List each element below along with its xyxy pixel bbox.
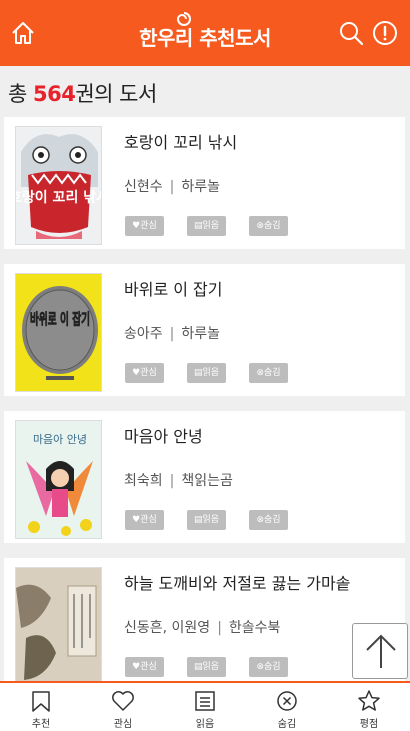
count-number: 564 [33, 82, 76, 106]
tag-label: 읽음 [202, 662, 220, 672]
tag-label: 관심 [140, 662, 157, 672]
result-count: 총 564권의 도서 [8, 78, 157, 108]
scroll-top-button[interactable] [352, 623, 408, 679]
book-meta: 최숙희 | 책읽는곰 [124, 470, 233, 490]
tag-label: 숨김 [263, 662, 281, 672]
book-meta: 신현수 | 하루놀 [124, 176, 220, 196]
cover-title-text: 마음아 안녕 [33, 433, 87, 446]
tab-read[interactable]: 읽음 [164, 683, 246, 731]
book-cover[interactable] [15, 567, 102, 686]
tag-label: 관심 [140, 368, 157, 378]
book-cover[interactable]: 바위로 이 잡기 [15, 273, 102, 392]
tag-label: 숨김 [263, 515, 281, 525]
bookmark-icon [32, 691, 50, 712]
meta-separator: | [217, 620, 222, 636]
tab-label: 숨김 [277, 719, 297, 730]
read-button[interactable]: ▤읽음 [187, 216, 226, 236]
book-author: 신동흔, 이원영 [124, 620, 211, 636]
book-publisher: 하루놀 [181, 179, 220, 195]
tab-rating[interactable]: 평점 [328, 683, 410, 731]
hide-button[interactable]: ⊗숨김 [249, 510, 288, 530]
interest-button[interactable]: ♥관심 [125, 216, 164, 236]
tab-label: 평점 [359, 719, 379, 730]
x-circle-icon: ⊗ [256, 515, 264, 525]
info-icon[interactable] [372, 20, 398, 46]
tag-label: 관심 [140, 221, 157, 231]
meta-separator: | [169, 179, 175, 195]
tab-label: 추천 [31, 719, 51, 730]
bottom-tab-bar: 추천 관심 읽음 숨김 평점 [0, 681, 410, 731]
book-card[interactable]: 바위로 이 잡기 바위로 이 잡기 송아주 | 하루놀 ♥관심 ▤읽음 ⊗숨김 [4, 264, 405, 396]
tag-label: 읽음 [202, 221, 220, 231]
book-author: 신현수 [124, 179, 163, 195]
book-meta: 신동흔, 이원영 | 한솔수북 [124, 617, 280, 637]
cover-title-text: 호랑이 꼬리 낚시 [16, 189, 102, 206]
book-meta: 송아주 | 하루놀 [124, 323, 220, 343]
count-suffix: 권의 도서 [75, 82, 157, 106]
hide-button[interactable]: ⊗숨김 [249, 363, 288, 383]
book-title[interactable]: 마음아 안녕 [124, 423, 203, 447]
app-header: 한우리 추천도서 [0, 0, 410, 66]
book-card[interactable]: 호랑이 꼬리 낚시 호랑이 꼬리 낚시 신현수 | 하루놀 ♥관심 ▤읽음 ⊗숨김 [4, 117, 405, 249]
book-title[interactable]: 바위로 이 잡기 [124, 276, 223, 300]
book-publisher: 책읽는곰 [181, 473, 233, 489]
interest-button[interactable]: ♥관심 [125, 363, 164, 383]
meta-separator: | [169, 473, 175, 489]
interest-button[interactable]: ♥관심 [125, 657, 164, 677]
tab-hidden[interactable]: 숨김 [246, 683, 328, 731]
count-prefix: 총 [8, 82, 33, 106]
star-icon [358, 690, 380, 711]
read-button[interactable]: ▤읽음 [187, 657, 226, 677]
cover-title-text: 바위로 이 잡기 [30, 310, 90, 328]
result-count-bar: 총 564권의 도서 [0, 66, 410, 116]
tab-label: 관심 [113, 719, 133, 730]
book-publisher: 한솔수북 [228, 620, 281, 636]
meta-separator: | [169, 326, 175, 342]
book-title[interactable]: 호랑이 꼬리 낚시 [124, 129, 237, 153]
tab-recommend[interactable]: 추천 [0, 683, 82, 731]
book-cover[interactable]: 호랑이 꼬리 낚시 [15, 126, 102, 245]
book-author: 최숙희 [124, 473, 163, 489]
book-author: 송아주 [124, 326, 163, 342]
x-circle-icon: ⊗ [256, 221, 264, 231]
arrow-up-icon [366, 634, 396, 668]
tag-label: 읽음 [202, 368, 220, 378]
heart-icon [112, 691, 134, 711]
book-title[interactable]: 하늘 도깨비와 저절로 끓는 가마솥 [124, 570, 350, 594]
x-circle-icon [277, 691, 297, 711]
tag-label: 관심 [140, 515, 157, 525]
tab-interest[interactable]: 관심 [82, 683, 164, 731]
book-publisher: 하루놀 [181, 326, 220, 342]
tag-label: 숨김 [263, 221, 281, 231]
book-card[interactable]: 마음아 안녕 마음아 안녕 최숙희 | 책읽는곰 ♥관심 ▤읽음 ⊗숨김 [4, 411, 405, 543]
tag-label: 숨김 [263, 368, 281, 378]
logo-swirl-icon [176, 12, 191, 26]
read-button[interactable]: ▤읽음 [187, 363, 226, 383]
book-card[interactable]: 하늘 도깨비와 저절로 끓는 가마솥 신동흔, 이원영 | 한솔수북 ♥관심 ▤읽음… [4, 558, 405, 690]
tag-label: 읽음 [202, 515, 220, 525]
tab-label: 읽음 [195, 719, 215, 730]
x-circle-icon: ⊗ [256, 368, 264, 378]
book-cover[interactable]: 마음아 안녕 [15, 420, 102, 539]
list-icon [195, 691, 215, 711]
interest-button[interactable]: ♥관심 [125, 510, 164, 530]
search-icon[interactable] [338, 20, 364, 46]
hide-button[interactable]: ⊗숨김 [249, 216, 288, 236]
read-button[interactable]: ▤읽음 [187, 510, 226, 530]
x-circle-icon: ⊗ [256, 662, 264, 672]
hide-button[interactable]: ⊗숨김 [249, 657, 288, 677]
